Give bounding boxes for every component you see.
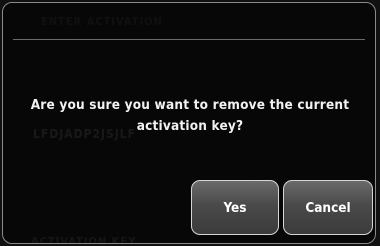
background-ghost-text-top: ENTER ACTIVATION xyxy=(41,15,163,28)
cancel-button[interactable]: Cancel xyxy=(283,180,373,235)
confirm-message: Are you sure you want to remove the curr… xyxy=(30,97,350,134)
background-ghost-text-bottom: ACTIVATION KEY xyxy=(31,235,137,244)
screen-background: ENTER ACTIVATION LFDJADP2JSJLF ACTIVATIO… xyxy=(0,0,380,246)
yes-button[interactable]: Yes xyxy=(191,180,279,235)
confirm-dialog: ENTER ACTIVATION LFDJADP2JSJLF ACTIVATIO… xyxy=(2,2,376,244)
